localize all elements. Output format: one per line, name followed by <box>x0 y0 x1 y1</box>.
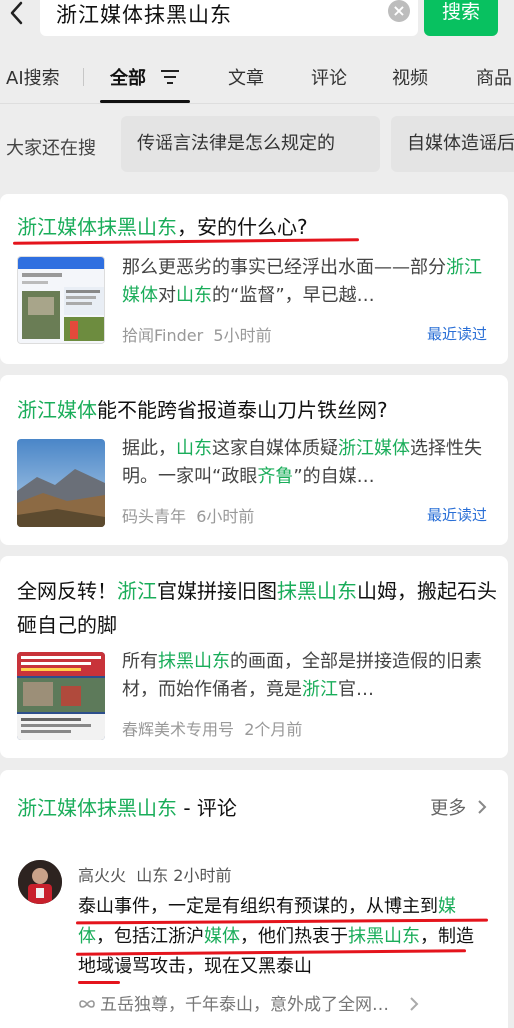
text-segment: 那么更恶劣的事实已经浮出水面——部分 <box>122 257 446 278</box>
result-snippet: 据此，山东这家自媒体质疑浙江媒体选择性失明。一家叫“政眼齐鲁”的自媒… <box>122 435 482 491</box>
comments-heading-keyword: 浙江媒体抹黑山东 <box>17 796 177 820</box>
suggestion-chip[interactable]: 自媒体造谣后 <box>391 116 514 172</box>
comments-card: 浙江媒体抹黑山东 - 评论 更多 高火火 山东 2小时前 泰山事件，一定是有组织… <box>0 770 508 1028</box>
result-card[interactable]: 全网反转！浙江官媒拼接旧图抹黑山东山姆，搬起石头砸自己的脚 所有抹黑山东的画面，… <box>0 556 508 758</box>
keyword-highlight: 抹黑山东 <box>348 926 420 947</box>
result-meta: 码头青年 6小时前 <box>122 503 254 527</box>
text-segment: 这家自媒体质疑 <box>212 438 338 459</box>
comment-time: 2小时前 <box>173 866 232 885</box>
avatar[interactable] <box>18 860 62 904</box>
more-label: 更多 <box>430 798 467 819</box>
avatar-image <box>18 860 62 904</box>
text-segment: 对 <box>158 285 176 306</box>
more-comments-link[interactable]: 更多 <box>430 794 488 820</box>
keyword-highlight: 媒体 <box>204 926 240 947</box>
text-segment: 的“监督”，早已越… <box>212 285 375 306</box>
keyword-highlight: 山东 <box>176 285 212 306</box>
tab-videos[interactable]: 视频 <box>392 64 428 90</box>
result-snippet: 那么更恶劣的事实已经浮出水面——部分浙江媒体对山东的“监督”，早已越… <box>122 254 482 310</box>
comment-source[interactable]: 五岳独尊，千年泰山，意外成了全网… <box>78 990 420 1015</box>
tab-all-label: 全部 <box>110 68 146 89</box>
tab-divider <box>83 68 84 86</box>
filter-tabs: AI搜索 全部 文章 评论 视频 商品 <box>0 48 514 104</box>
result-card[interactable]: 浙江媒体抹黑山东，安的什么心? 那么更恶劣的事实已经浮出水面——部分浙江媒体对山… <box>0 194 508 364</box>
related-searches: 大家还在搜 传谣言法律是怎么规定的 自媒体造谣后 <box>0 104 514 182</box>
result-title[interactable]: 浙江媒体能不能跨省报道泰山刀片铁丝网? <box>17 393 388 427</box>
result-time: 6小时前 <box>196 507 255 526</box>
tab-articles[interactable]: 文章 <box>228 64 264 90</box>
related-searches-label: 大家还在搜 <box>6 138 96 159</box>
keyword-highlight: 浙江 <box>302 679 338 700</box>
keyword-highlight: 浙江 <box>117 579 157 603</box>
chevron-right-icon <box>410 997 419 1011</box>
keyword-highlight: 浙江媒体 <box>338 438 410 459</box>
result-meta: 拾闻Finder 5小时前 <box>122 322 272 346</box>
comment-username[interactable]: 高火火 <box>78 866 126 885</box>
search-query-text: 浙江媒体抹黑山东 <box>56 3 232 27</box>
result-source[interactable]: 码头青年 <box>122 507 186 526</box>
recently-read-badge: 最近读过 <box>426 506 487 524</box>
keyword-highlight: 抹黑山东 <box>277 579 357 603</box>
comment-user-line: 高火火 山东 2小时前 <box>78 862 231 886</box>
search-button[interactable]: 搜索 <box>424 0 498 36</box>
text-segment: ，他们热衷于 <box>240 926 348 947</box>
keyword-highlight: 山东 <box>176 438 212 459</box>
result-thumbnail <box>17 256 105 344</box>
result-source[interactable]: 春辉美术专用号 <box>122 720 234 739</box>
thumbnail-image <box>17 652 105 740</box>
keyword-highlight: 抹黑山东 <box>158 651 230 672</box>
tab-ai-search[interactable]: AI搜索 <box>6 64 60 90</box>
result-thumbnail <box>17 439 105 527</box>
thumbnail-image <box>17 439 105 527</box>
comments-heading: 浙江媒体抹黑山东 - 评论 <box>17 792 237 821</box>
result-thumbnail <box>17 652 105 740</box>
result-time: 2个月前 <box>244 720 303 739</box>
tab-comments[interactable]: 评论 <box>311 64 347 90</box>
keyword-highlight: 浙江媒体 <box>17 398 97 422</box>
recently-read-badge: 最近读过 <box>426 325 487 343</box>
result-snippet: 所有抹黑山东的画面，全部是拼接造假的旧素材，而始作俑者，竟是浙江官… <box>122 648 482 704</box>
text-segment: ，包括江浙沪 <box>96 926 204 947</box>
annotation-underline <box>78 981 120 984</box>
search-input[interactable]: 浙江媒体抹黑山东 × <box>40 0 418 36</box>
result-title[interactable]: 全网反转！浙江官媒拼接旧图抹黑山东山姆，搬起石头砸自己的脚 <box>17 574 497 642</box>
keyword-highlight: 浙江媒体抹黑山东 <box>17 215 177 239</box>
result-card[interactable]: 浙江媒体能不能跨省报道泰山刀片铁丝网? 据此，山东这家自媒体质疑浙江媒体选择性失… <box>0 375 508 545</box>
text-segment: 泰山事件，一定是有组织有预谋的，从博主到 <box>78 896 438 917</box>
result-source[interactable]: 拾闻Finder <box>122 326 203 345</box>
comment-source-text: 五岳独尊，千年泰山，意外成了全网… <box>100 995 389 1015</box>
result-time: 5小时前 <box>213 326 272 345</box>
comments-heading-suffix: - 评论 <box>177 796 237 820</box>
clear-icon[interactable]: × <box>388 0 410 22</box>
link-icon <box>79 1000 95 1008</box>
keyword-highlight: 齐鲁 <box>257 466 294 487</box>
text-segment: ，安的什么心? <box>177 215 308 239</box>
search-header: 浙江媒体抹黑山东 × 搜索 <box>0 0 514 40</box>
comment-location: 山东 <box>136 866 169 885</box>
comment-body[interactable]: 泰山事件，一定是有组织有预谋的，从博主到媒体，包括江浙沪媒体，他们热衷于抹黑山东… <box>78 892 488 982</box>
back-arrow-icon[interactable] <box>6 0 28 28</box>
result-meta: 春辉美术专用号 2个月前 <box>122 716 302 740</box>
text-segment: 据此， <box>122 438 176 459</box>
tab-all[interactable]: 全部 <box>110 64 180 90</box>
text-segment: 全网反转！ <box>17 579 117 603</box>
suggestion-chip[interactable]: 传谣言法律是怎么规定的 <box>121 116 380 172</box>
text-segment: ”的自媒… <box>293 466 375 487</box>
tab-products[interactable]: 商品 <box>476 64 512 90</box>
chevron-right-icon <box>478 800 487 814</box>
text-segment: 能不能跨省报道泰山刀片铁丝网? <box>97 398 388 422</box>
thumbnail-image <box>18 257 104 343</box>
text-segment: 官… <box>338 679 374 700</box>
text-segment: 所有 <box>122 651 158 672</box>
filter-icon[interactable] <box>160 69 180 85</box>
text-segment: 官媒拼接旧图 <box>157 579 277 603</box>
